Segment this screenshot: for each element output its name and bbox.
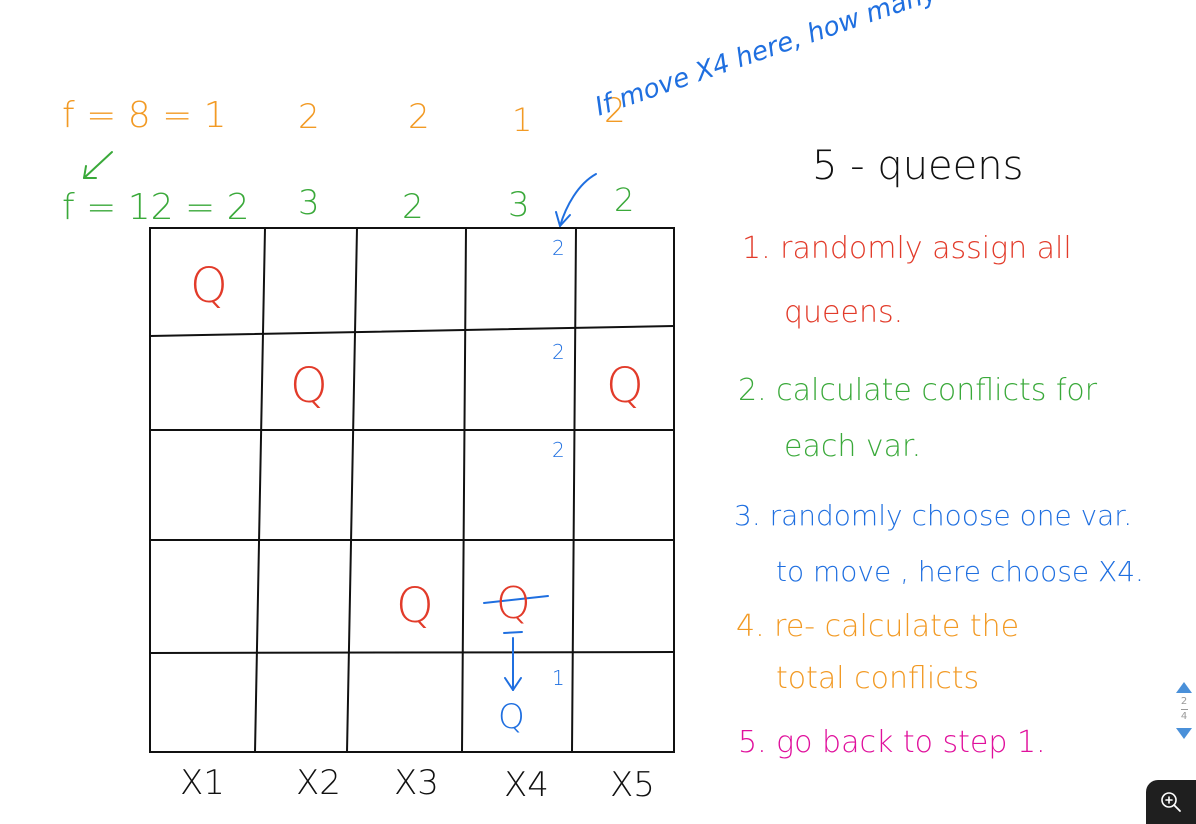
- column-label-x1: X1: [180, 763, 225, 803]
- f-line-2: f = 12 = 2: [62, 187, 250, 228]
- step-3-line-2: to move , here choose X4.: [776, 555, 1144, 588]
- step-1-line-1: 1. randomly assign all: [742, 231, 1072, 266]
- step-5-line-1: 5. go back to step 1.: [738, 725, 1046, 760]
- column-label-x3: X3: [394, 763, 439, 803]
- queen-x3: Q: [396, 578, 434, 634]
- queen-x2: Q: [290, 358, 328, 414]
- orange-count-x2: 2: [298, 97, 320, 137]
- green-count-x4: 3: [508, 185, 530, 225]
- orange-count-x4: 1: [512, 101, 533, 139]
- page-divider: [1180, 709, 1188, 710]
- page-title: 5 - queens: [812, 143, 1024, 189]
- green-count-x3: 2: [402, 187, 424, 227]
- x4-conflict-row-5: 1: [552, 666, 565, 690]
- queen-x5: Q: [606, 358, 644, 414]
- zoom-button[interactable]: [1146, 780, 1196, 824]
- x4-conflict-row-2: 2: [552, 340, 565, 364]
- page-indicator: 2 4: [1180, 696, 1188, 722]
- x4-conflict-row-1: 2: [552, 236, 565, 260]
- green-count-x2: 3: [298, 183, 320, 223]
- column-label-x5: X5: [610, 765, 655, 805]
- current-page: 2: [1180, 696, 1188, 707]
- queen-x4-struck: Q: [496, 578, 531, 629]
- triangle-up-icon[interactable]: [1176, 682, 1192, 693]
- step-2-line-1: 2. calculate conflicts for: [738, 373, 1098, 408]
- column-label-x4: X4: [504, 765, 549, 805]
- green-count-x5: 2: [614, 181, 635, 219]
- orange-count-x3: 2: [408, 97, 430, 137]
- zoom-in-icon: [1161, 792, 1181, 812]
- queen-x1: Q: [190, 258, 228, 314]
- column-label-x2: X2: [296, 763, 341, 803]
- triangle-down-icon[interactable]: [1176, 728, 1192, 739]
- step-4-line-2: total conflicts: [776, 661, 980, 696]
- step-4-line-1: 4. re- calculate the: [736, 609, 1020, 644]
- total-pages: 4: [1180, 711, 1188, 722]
- page-navigator: 2 4: [1172, 676, 1196, 756]
- f-line-1: f = 8 = 1: [62, 95, 227, 136]
- step-2-line-2: each var.: [784, 429, 922, 464]
- queen-x4-new: Q: [498, 697, 525, 737]
- x4-conflict-row-3: 2: [552, 438, 565, 462]
- step-3-line-1: 3. randomly choose one var.: [734, 499, 1133, 532]
- step-1-line-2: queens.: [784, 295, 904, 330]
